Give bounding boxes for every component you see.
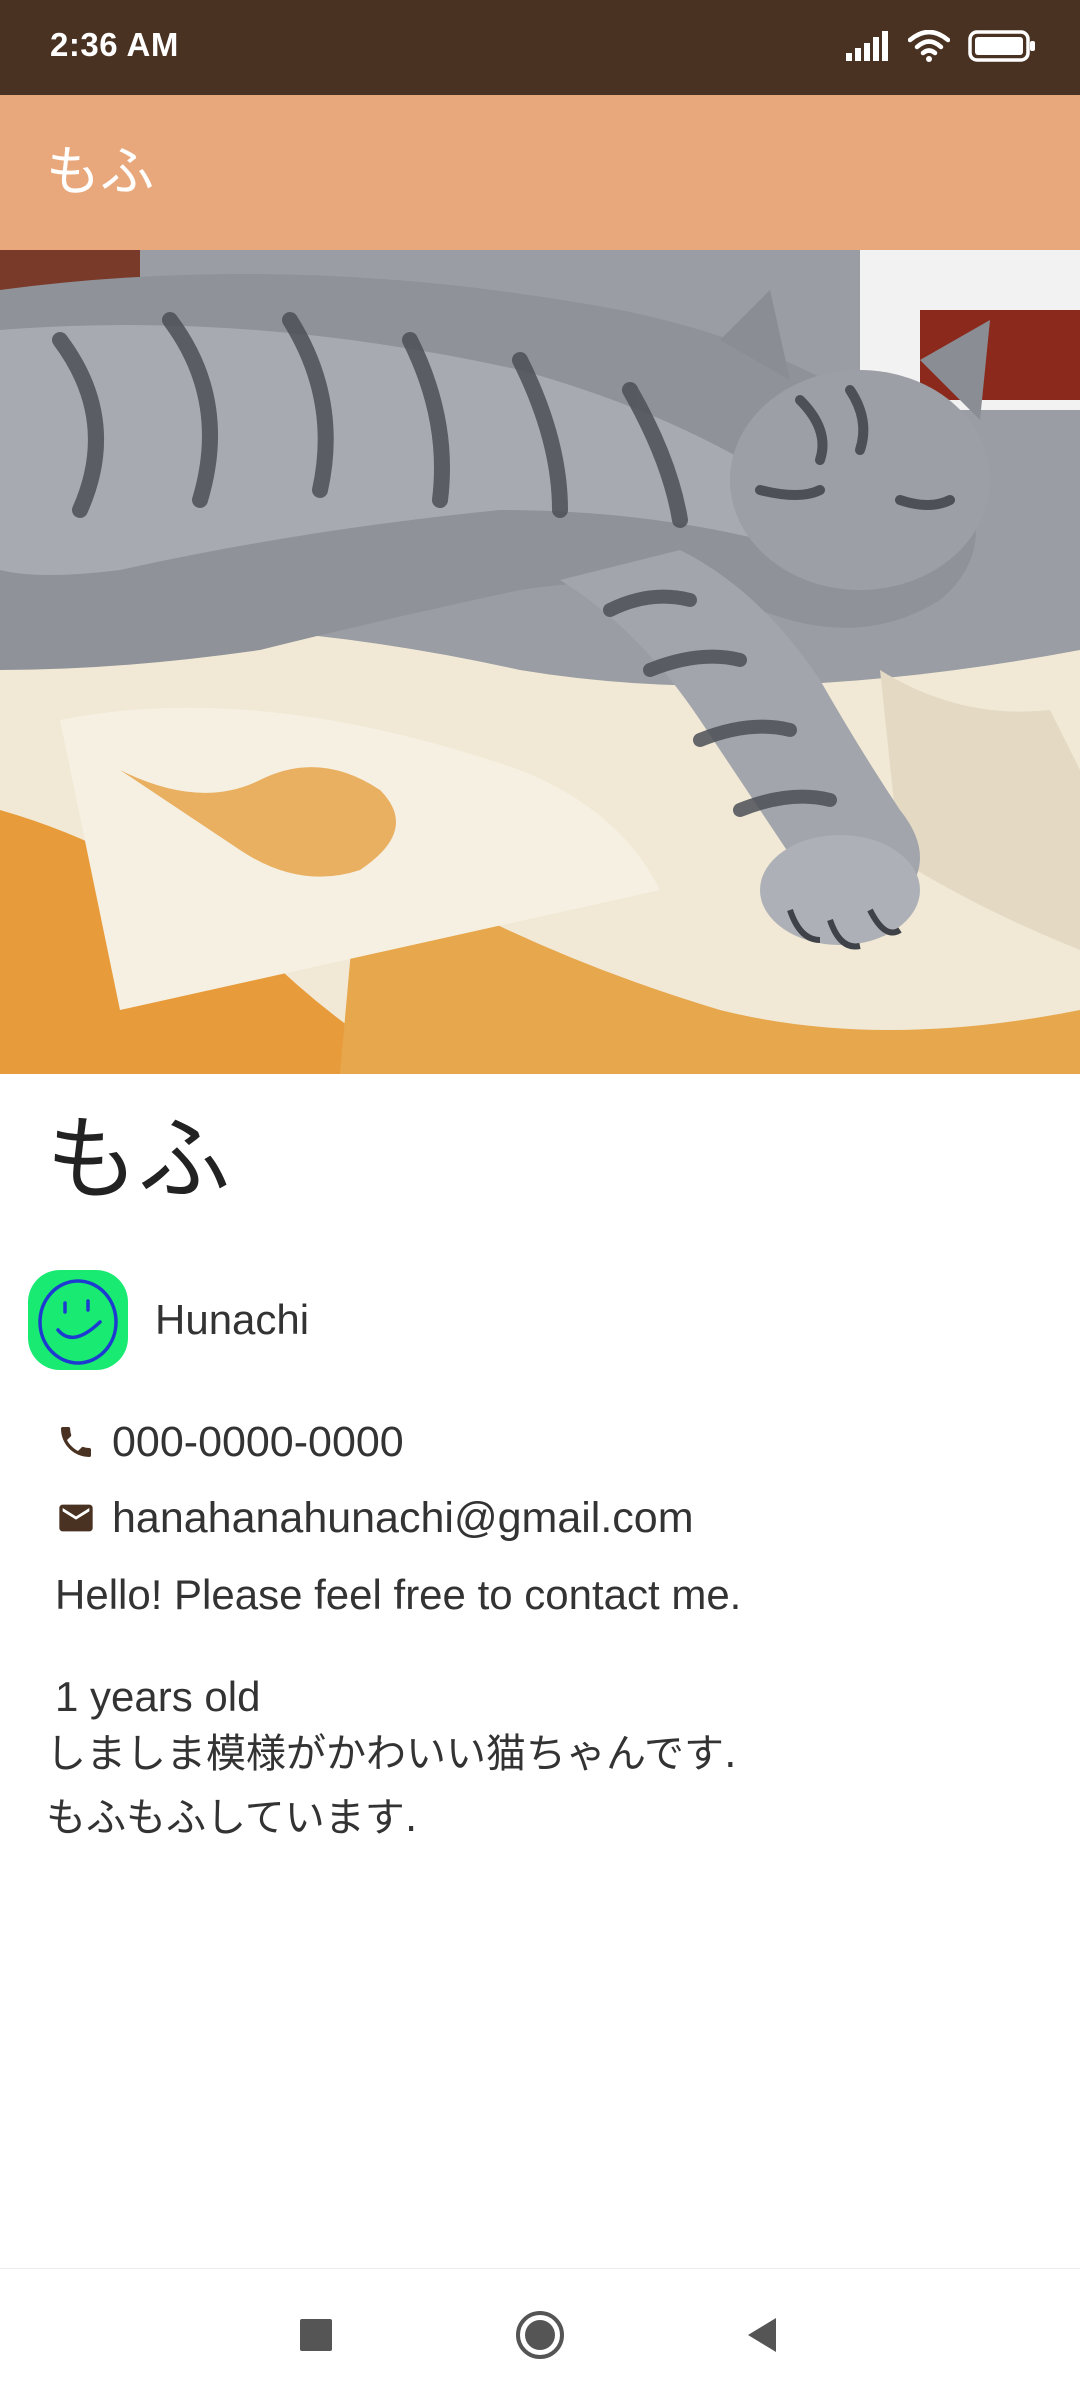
pet-profile-screen: 2:36 AM もふ もふ Hunachi 000-0000-0000 hana… (0, 0, 1080, 2400)
app-bar: もふ (0, 95, 1080, 250)
system-nav-bar (0, 2268, 1080, 2400)
phone-row[interactable]: 000-0000-0000 (54, 1412, 404, 1472)
phone-icon (54, 1420, 98, 1464)
owner-avatar[interactable] (28, 1270, 128, 1370)
owner-name: Hunachi (155, 1296, 310, 1343)
status-icons (846, 28, 1036, 68)
owner-message: Hello! Please feel free to contact me. (55, 1571, 742, 1618)
email-icon (54, 1496, 98, 1540)
status-bar: 2:36 AM (0, 0, 1080, 95)
home-circle-icon[interactable] (510, 2305, 570, 2365)
battery-icon (968, 30, 1036, 66)
recents-square-icon[interactable] (286, 2305, 346, 2365)
back-triangle-icon[interactable] (732, 2305, 792, 2365)
description-line: もふもふしています. (46, 1795, 418, 1841)
pet-photo (0, 250, 1080, 1074)
app-bar-title: もふ (46, 140, 154, 203)
email-address[interactable]: hanahanahunachi@gmail.com (112, 1494, 694, 1543)
description-line: しましま模様がかわいい猫ちゃんです. (46, 1731, 737, 1777)
smiley-avatar-icon (38, 1279, 118, 1365)
pet-name-heading: もふ (46, 1106, 231, 1213)
pet-age: 1 years old (55, 1673, 261, 1720)
signal-icon (846, 31, 890, 65)
owner-row[interactable]: Hunachi (28, 1270, 309, 1370)
pet-description: しましま模様がかわいい猫ちゃんです. もふもふしています. (46, 1722, 1036, 1850)
wifi-icon (907, 29, 951, 66)
phone-number[interactable]: 000-0000-0000 (112, 1418, 404, 1467)
email-row[interactable]: hanahanahunachi@gmail.com (54, 1488, 694, 1548)
status-time: 2:36 AM (50, 26, 179, 63)
